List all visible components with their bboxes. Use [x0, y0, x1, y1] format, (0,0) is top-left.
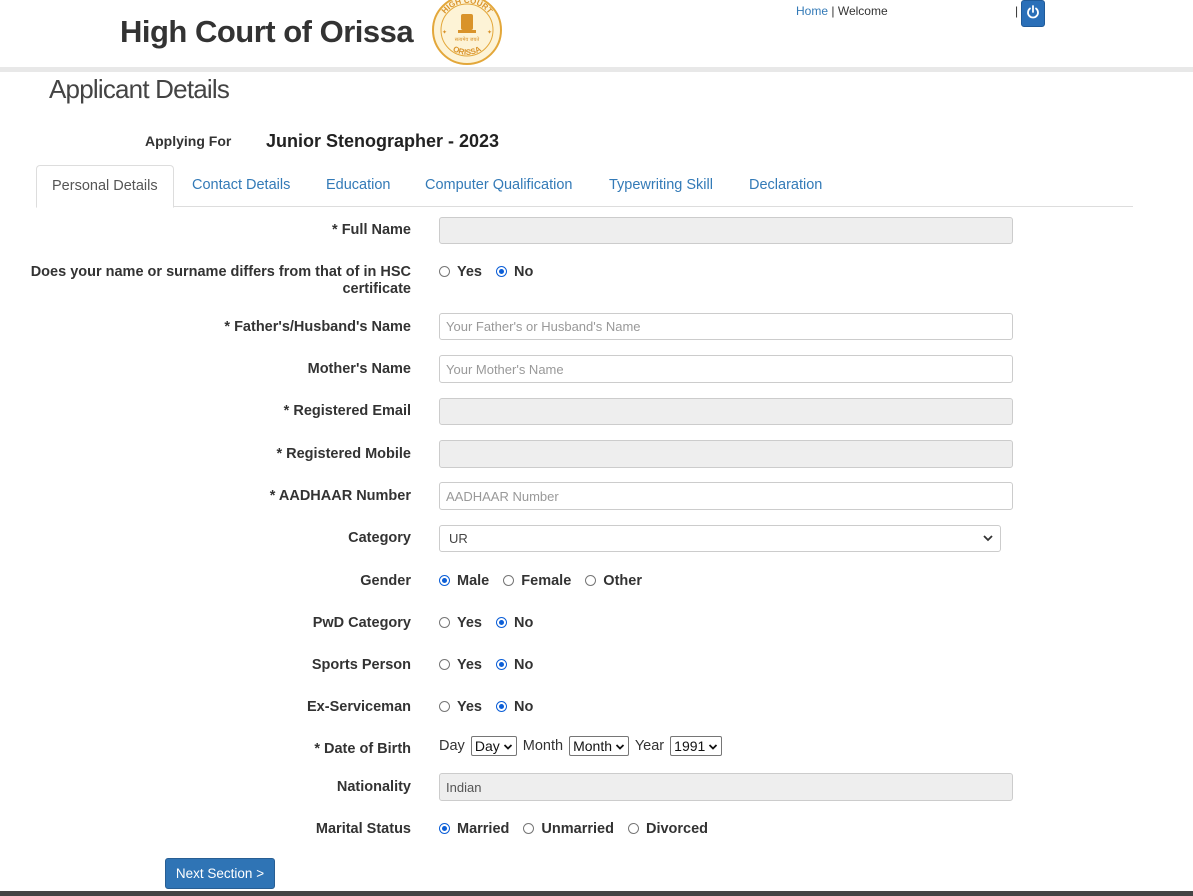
ex-serviceman-label: Ex-Serviceman: [307, 699, 411, 715]
name-differs-label: Does your name or surname differs from t…: [30, 264, 411, 297]
mother-name-field[interactable]: [439, 355, 1013, 383]
sports-yes[interactable]: Yes: [439, 657, 482, 673]
name-differs-no[interactable]: No: [496, 264, 533, 280]
welcome-text: Welcome: [837, 4, 888, 18]
mother-name-label: Mother's Name: [307, 361, 411, 377]
gender-radio-group: Male Female Other: [439, 573, 652, 589]
dob-group: Day Day Month Month Year 1991: [439, 736, 724, 756]
marital-unmarried[interactable]: Unmarried: [523, 821, 614, 837]
radio-checked-icon: [496, 616, 508, 628]
tab-computer-qualification[interactable]: Computer Qualification: [410, 165, 588, 206]
father-name-field[interactable]: [439, 313, 1013, 340]
radio-unchecked-icon: [627, 822, 639, 834]
radio-unchecked-icon: [503, 574, 515, 586]
tab-education[interactable]: Education: [311, 165, 406, 206]
full-name-label: * Full Name: [332, 222, 411, 238]
email-label: * Registered Email: [283, 403, 411, 419]
applying-for-label: Applying For: [145, 133, 232, 149]
svg-text:सत्यमेव जयते: सत्यमेव जयते: [455, 36, 480, 43]
gender-female[interactable]: Female: [503, 573, 571, 589]
chevron-down-icon: [503, 744, 512, 751]
tab-typewriting-skill[interactable]: Typewriting Skill: [594, 165, 728, 206]
bottom-edge: [0, 891, 1193, 896]
radio-unchecked-icon: [439, 700, 450, 712]
name-differs-yes[interactable]: Yes: [439, 264, 482, 280]
svg-text:✦: ✦: [442, 29, 447, 36]
nav-separator: |: [831, 4, 835, 18]
radio-checked-icon: [496, 700, 508, 712]
dob-month-select[interactable]: Month: [569, 736, 630, 756]
tab-contact-details[interactable]: Contact Details: [177, 165, 305, 206]
ex-serviceman-radio-group: Yes No: [439, 699, 543, 715]
form-tabs: Personal Details Contact Details Educati…: [36, 165, 1133, 208]
court-emblem-logo: HIGH COURT ORISSA सत्यमेव जयते ✦ ✦: [432, 0, 502, 65]
aadhaar-label: * AADHAAR Number: [269, 488, 411, 504]
nationality-label: Nationality: [336, 779, 411, 795]
pwd-yes[interactable]: Yes: [439, 615, 482, 631]
sports-label: Sports Person: [311, 657, 411, 673]
next-section-button[interactable]: Next Section >: [165, 858, 275, 889]
svg-text:✦: ✦: [487, 29, 492, 36]
radio-unchecked-icon: [439, 658, 450, 670]
tab-personal-details[interactable]: Personal Details: [36, 165, 174, 208]
home-link[interactable]: Home: [796, 4, 828, 18]
marital-divorced[interactable]: Divorced: [627, 821, 708, 837]
radio-checked-icon: [439, 822, 450, 834]
email-field[interactable]: [439, 398, 1013, 425]
pwd-label: PwD Category: [312, 615, 411, 631]
power-icon: [1027, 5, 1039, 19]
chevron-down-icon: [709, 744, 718, 751]
radio-checked-icon: [439, 574, 450, 586]
pwd-no[interactable]: No: [496, 615, 533, 631]
dob-label: * Date of Birth: [314, 741, 411, 757]
user-separator: |: [1015, 4, 1019, 18]
top-nav: Home | Welcome: [796, 4, 888, 18]
radio-checked-icon: [496, 265, 508, 277]
name-differs-radio-group: Yes No: [439, 264, 543, 280]
gender-other[interactable]: Other: [585, 573, 642, 589]
dob-month-label: Month: [522, 737, 564, 754]
sports-radio-group: Yes No: [439, 657, 543, 673]
category-selected-value: UR: [449, 531, 468, 546]
marital-married[interactable]: Married: [439, 821, 509, 837]
site-title: High Court of Orissa: [120, 14, 414, 49]
dob-day-select[interactable]: Day: [470, 736, 517, 756]
marital-status-label: Marital Status: [315, 821, 411, 837]
tab-declaration[interactable]: Declaration: [734, 165, 837, 206]
radio-unchecked-icon: [585, 574, 597, 586]
mobile-field[interactable]: [439, 440, 1013, 468]
category-select[interactable]: UR: [439, 525, 1001, 552]
radio-unchecked-icon: [439, 265, 450, 277]
ex-serviceman-yes[interactable]: Yes: [439, 699, 482, 715]
mobile-label: * Registered Mobile: [276, 446, 411, 462]
marital-status-radio-group: Married Unmarried Divorced: [439, 821, 718, 837]
site-header: High Court of Orissa HIGH COURT ORISSA स…: [0, 0, 1193, 68]
category-label: Category: [348, 530, 411, 546]
page-title: Applicant Details: [49, 74, 230, 104]
father-name-label: * Father's/Husband's Name: [224, 319, 411, 335]
header-divider: [0, 67, 1193, 72]
aadhaar-field[interactable]: [439, 482, 1013, 510]
full-name-field[interactable]: [439, 217, 1013, 244]
applying-for-value: Junior Stenographer - 2023: [266, 131, 500, 151]
dob-day-label: Day: [439, 737, 465, 754]
pwd-radio-group: Yes No: [439, 615, 543, 631]
chevron-down-icon: [615, 744, 625, 751]
dob-year-select[interactable]: 1991: [670, 736, 723, 756]
radio-checked-icon: [496, 658, 508, 670]
chevron-down-icon: [983, 535, 993, 542]
dob-year-label: Year: [634, 737, 665, 754]
radio-unchecked-icon: [523, 822, 535, 834]
ex-serviceman-no[interactable]: No: [496, 699, 533, 715]
nationality-field[interactable]: [439, 773, 1013, 801]
gender-male[interactable]: Male: [439, 573, 489, 589]
logout-button[interactable]: [1021, 0, 1045, 27]
radio-unchecked-icon: [439, 616, 450, 628]
sports-no[interactable]: No: [496, 657, 533, 673]
gender-label: Gender: [360, 573, 411, 589]
